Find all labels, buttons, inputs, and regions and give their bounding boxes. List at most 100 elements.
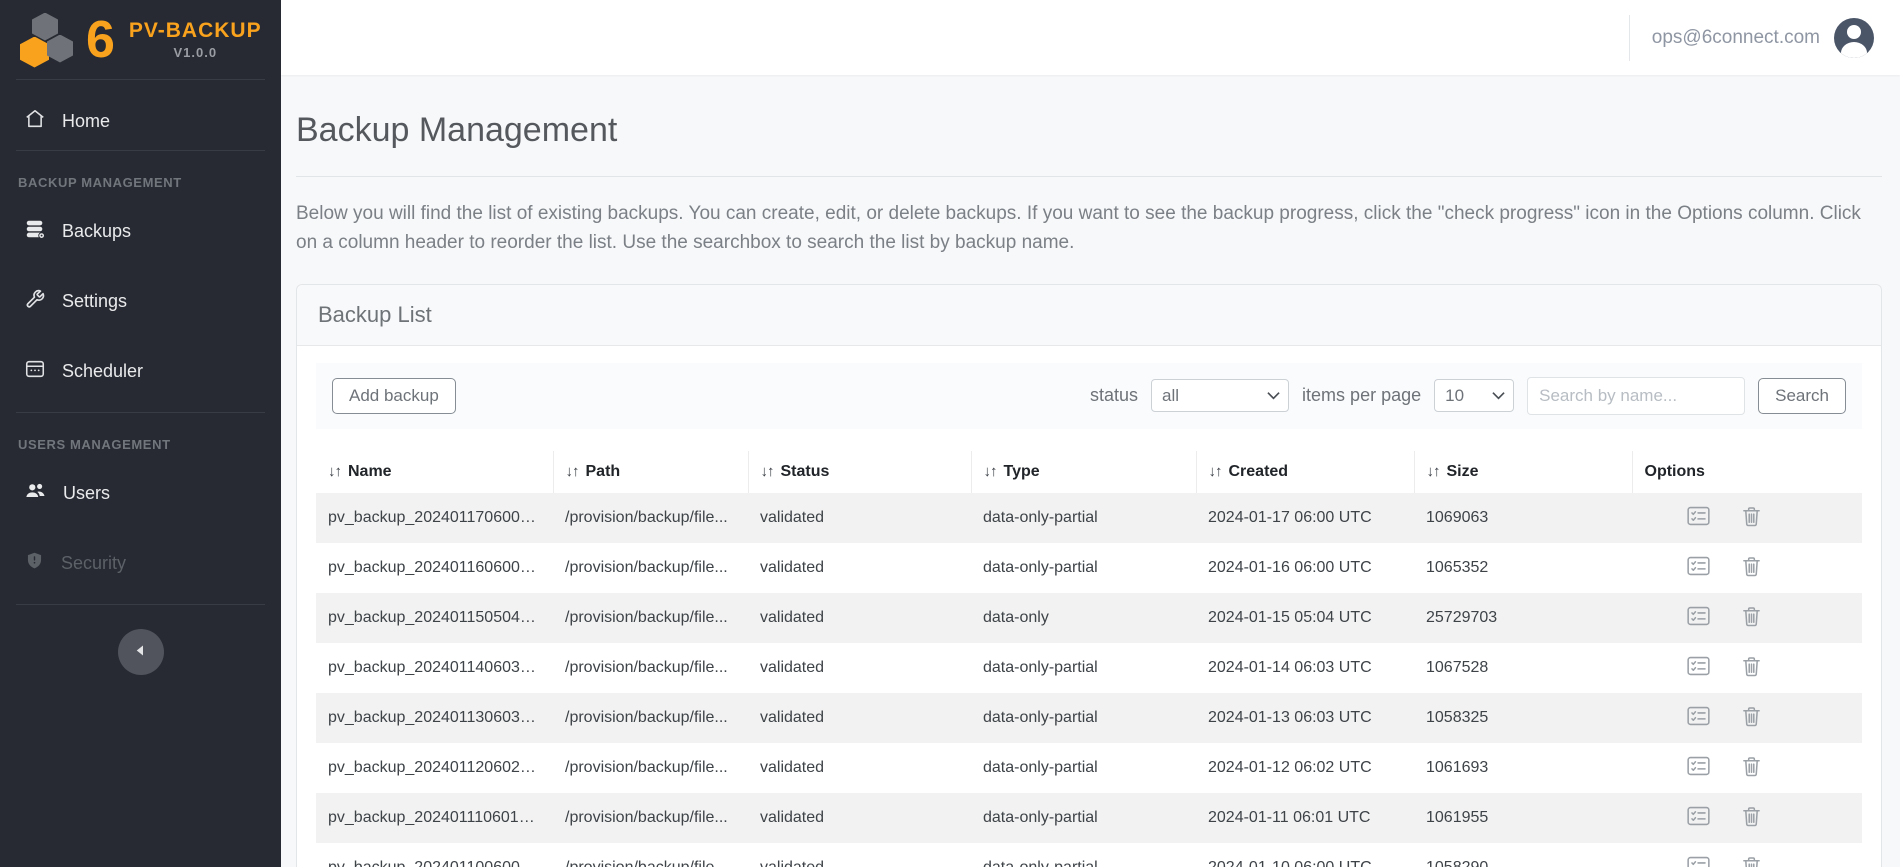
cell-created: 2024-01-15 05:04 UTC	[1196, 593, 1414, 643]
sidebar-section-backup-management: BACKUP MANAGEMENT	[18, 175, 281, 190]
add-backup-button[interactable]: Add backup	[332, 378, 456, 414]
sidebar-item-users[interactable]: Users	[0, 464, 281, 522]
collapse-arrow-icon	[133, 643, 148, 661]
check-progress-icon	[1687, 564, 1710, 579]
table-toolbar: Add backup status all items per page	[316, 363, 1862, 429]
delete-backup-button[interactable]	[1742, 706, 1761, 730]
cell-size: 1058290	[1414, 843, 1632, 867]
app-root: 6 PV-BACKUP V1.0.0 Home BACKUP MANAGEMEN…	[0, 0, 1900, 867]
cell-options	[1632, 693, 1862, 743]
logo-number: 6	[86, 14, 115, 66]
sort-icon: ↓↑	[1427, 463, 1440, 480]
check-progress-button[interactable]	[1687, 756, 1710, 779]
cell-size: 1065352	[1414, 543, 1632, 593]
sidebar-collapse-button[interactable]	[118, 629, 164, 675]
column-header-type[interactable]: ↓↑Type	[971, 451, 1196, 493]
home-icon	[24, 108, 46, 135]
delete-backup-button[interactable]	[1742, 656, 1761, 680]
search-button[interactable]: Search	[1758, 378, 1846, 414]
sidebar-item-label: Backups	[62, 221, 131, 242]
sidebar-divider	[16, 79, 265, 80]
cell-created: 2024-01-11 06:01 UTC	[1196, 793, 1414, 843]
cell-type: data-only-partial	[971, 843, 1196, 867]
table-row: pv_backup_20240112060228_.../provision/b…	[316, 743, 1862, 793]
cell-status: validated	[748, 543, 971, 593]
users-icon	[24, 480, 47, 507]
sidebar-section-users-management: USERS MANAGEMENT	[18, 437, 281, 452]
topbar-divider	[1629, 15, 1630, 61]
cell-type: data-only-partial	[971, 793, 1196, 843]
cell-status: validated	[748, 843, 971, 867]
delete-backup-button[interactable]	[1742, 556, 1761, 580]
cell-path: /provision/backup/file...	[553, 493, 748, 543]
cell-status: validated	[748, 693, 971, 743]
trash-icon	[1742, 765, 1761, 780]
cell-options	[1632, 743, 1862, 793]
sidebar-divider	[16, 604, 265, 605]
sidebar-item-home[interactable]: Home	[0, 92, 281, 150]
sidebar-item-settings[interactable]: Settings	[0, 272, 281, 330]
sort-icon: ↓↑	[328, 463, 341, 480]
cell-name: pv_backup_20240110060045_...	[316, 843, 553, 867]
page-description: Below you will find the list of existing…	[296, 199, 1861, 258]
cell-path: /provision/backup/file...	[553, 593, 748, 643]
cell-size: 1069063	[1414, 493, 1632, 543]
check-progress-button[interactable]	[1687, 856, 1710, 867]
backup-table: ↓↑Name ↓↑Path ↓↑Status ↓↑Type ↓↑Created …	[316, 451, 1862, 867]
app-logo: 6 PV-BACKUP V1.0.0	[0, 0, 281, 79]
check-progress-icon	[1687, 764, 1710, 779]
column-header-status[interactable]: ↓↑Status	[748, 451, 971, 493]
cell-name: pv_backup_20240113060306_...	[316, 693, 553, 743]
sidebar-item-scheduler[interactable]: Scheduler	[0, 342, 281, 400]
search-input[interactable]	[1527, 377, 1745, 415]
delete-backup-button[interactable]	[1742, 856, 1761, 867]
sidebar-item-backups[interactable]: Backups	[0, 202, 281, 260]
sort-icon: ↓↑	[984, 463, 997, 480]
trash-icon	[1742, 565, 1761, 580]
cell-options	[1632, 643, 1862, 693]
page-title: Backup Management	[296, 111, 1882, 150]
table-header-row: ↓↑Name ↓↑Path ↓↑Status ↓↑Type ↓↑Created …	[316, 451, 1862, 493]
column-header-created[interactable]: ↓↑Created	[1196, 451, 1414, 493]
cell-size: 1067528	[1414, 643, 1632, 693]
trash-icon	[1742, 515, 1761, 530]
sidebar: 6 PV-BACKUP V1.0.0 Home BACKUP MANAGEMEN…	[0, 0, 281, 867]
hexagon-logo-icon	[20, 11, 76, 69]
check-progress-button[interactable]	[1687, 506, 1710, 529]
sidebar-item-security[interactable]: Security	[0, 534, 281, 592]
trash-icon	[1742, 665, 1761, 680]
column-header-path[interactable]: ↓↑Path	[553, 451, 748, 493]
cell-type: data-only-partial	[971, 693, 1196, 743]
column-header-size[interactable]: ↓↑Size	[1414, 451, 1632, 493]
cell-name: pv_backup_20240117060047_...	[316, 493, 553, 543]
table-row: pv_backup_20240117060047_.../provision/b…	[316, 493, 1862, 543]
trash-icon	[1742, 815, 1761, 830]
check-progress-button[interactable]	[1687, 656, 1710, 679]
cell-name: pv_backup_20240111060136_...	[316, 793, 553, 843]
user-avatar-icon[interactable]	[1834, 18, 1874, 58]
check-progress-button[interactable]	[1687, 606, 1710, 629]
delete-backup-button[interactable]	[1742, 606, 1761, 630]
sidebar-item-label: Home	[62, 111, 110, 132]
cell-status: validated	[748, 743, 971, 793]
cell-size: 25729703	[1414, 593, 1632, 643]
check-progress-icon	[1687, 814, 1710, 829]
check-progress-button[interactable]	[1687, 556, 1710, 579]
sidebar-divider	[16, 412, 265, 413]
status-filter-select[interactable]: all	[1151, 379, 1289, 412]
check-progress-icon	[1687, 614, 1710, 629]
cell-type: data-only-partial	[971, 643, 1196, 693]
column-header-name[interactable]: ↓↑Name	[316, 451, 553, 493]
sidebar-item-label: Settings	[62, 291, 127, 312]
check-progress-button[interactable]	[1687, 806, 1710, 829]
items-per-page-label: items per page	[1302, 385, 1421, 406]
cell-name: pv_backup_20240115050426_...	[316, 593, 553, 643]
cell-created: 2024-01-14 06:03 UTC	[1196, 643, 1414, 693]
delete-backup-button[interactable]	[1742, 756, 1761, 780]
items-per-page-select[interactable]: 10	[1434, 379, 1514, 412]
delete-backup-button[interactable]	[1742, 506, 1761, 530]
delete-backup-button[interactable]	[1742, 806, 1761, 830]
sidebar-item-label: Security	[61, 553, 126, 574]
check-progress-button[interactable]	[1687, 706, 1710, 729]
cell-size: 1061693	[1414, 743, 1632, 793]
